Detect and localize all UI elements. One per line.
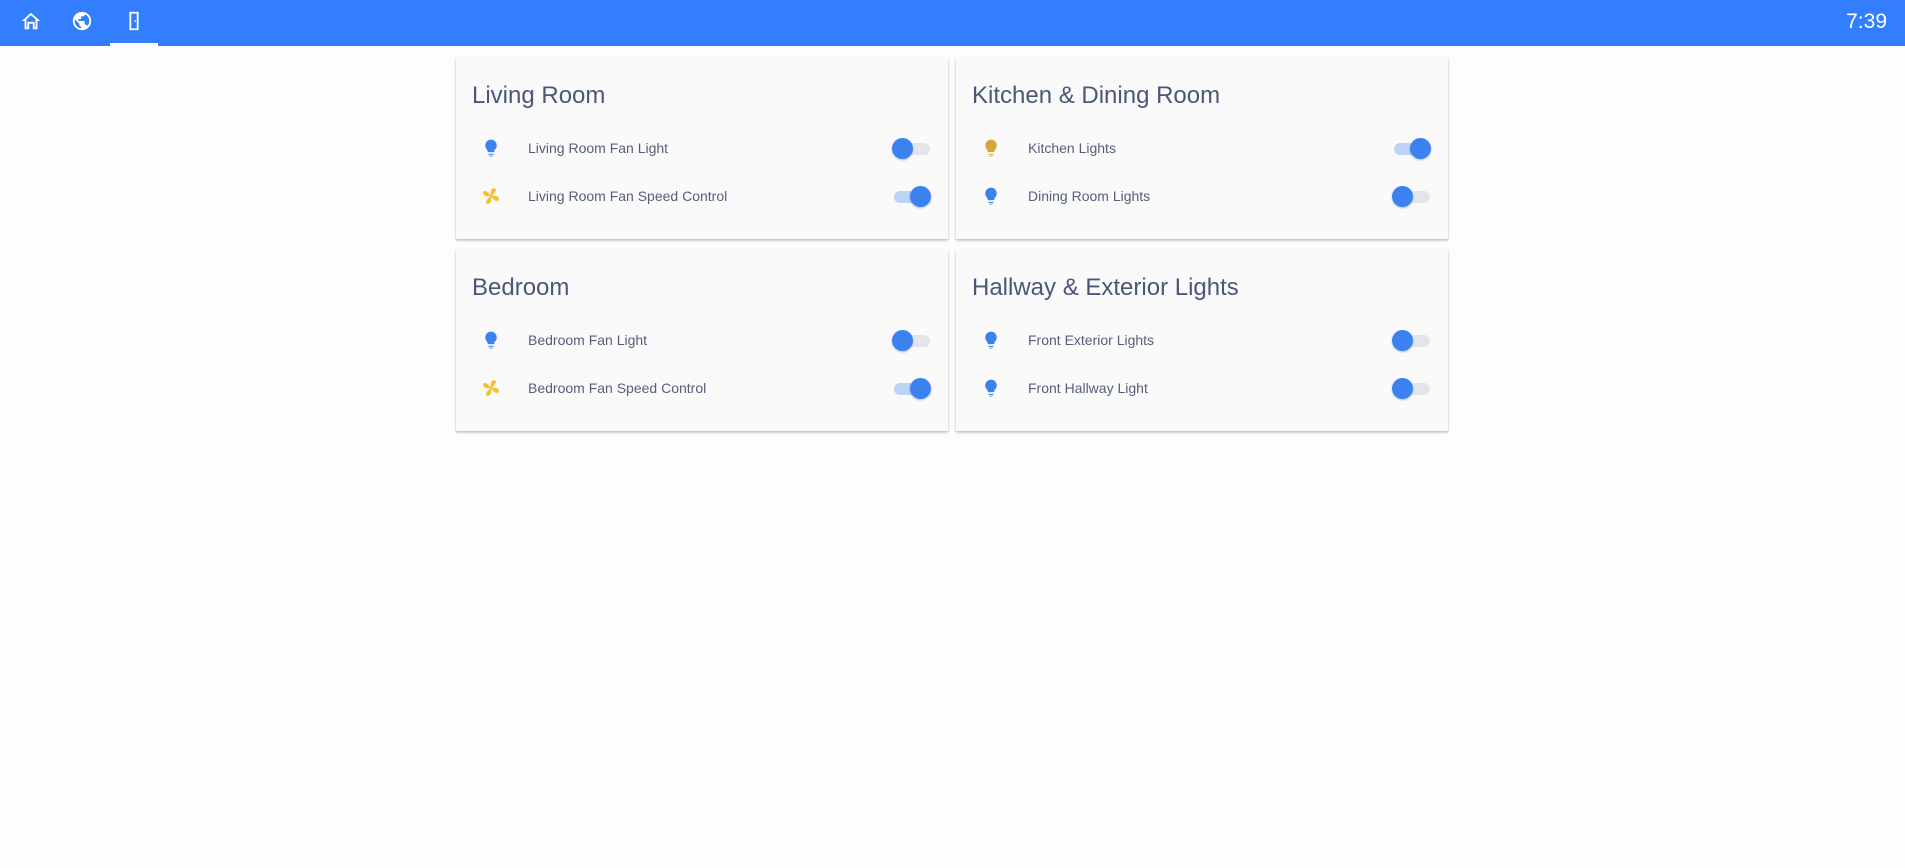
card-title: Kitchen & Dining Room bbox=[972, 82, 1221, 109]
entity-row-front-exterior-lights[interactable]: Front Exterior Lights bbox=[956, 320, 1448, 360]
entity-label: Dining Room Lights bbox=[1028, 188, 1151, 204]
lightbulb-icon bbox=[978, 135, 1004, 161]
lightbulb-icon bbox=[978, 327, 1004, 353]
lightbulb-icon bbox=[978, 375, 1004, 401]
door-icon bbox=[123, 10, 145, 37]
card-title: Living Room bbox=[472, 82, 606, 109]
card-living-room: Living Room Living Room Fan Light Living… bbox=[456, 57, 948, 239]
entity-label: Front Hallway Light bbox=[1028, 380, 1148, 396]
toggle-switch[interactable] bbox=[892, 329, 932, 351]
entity-label: Kitchen Lights bbox=[1028, 140, 1116, 156]
entity-row-front-hallway-light[interactable]: Front Hallway Light bbox=[956, 368, 1448, 408]
lightbulb-icon bbox=[478, 327, 504, 353]
tab-home[interactable] bbox=[7, 0, 55, 46]
entity-row-bedroom-fan-speed[interactable]: Bedroom Fan Speed Control bbox=[456, 368, 948, 408]
top-app-bar: 7:39 bbox=[0, 0, 1905, 46]
tab-map[interactable] bbox=[58, 0, 106, 46]
globe-icon bbox=[71, 10, 93, 37]
entity-label: Living Room Fan Speed Control bbox=[528, 188, 728, 204]
entity-row-living-room-fan-speed[interactable]: Living Room Fan Speed Control bbox=[456, 176, 948, 216]
tab-rooms[interactable] bbox=[110, 0, 158, 46]
card-kitchen-dining: Kitchen & Dining Room Kitchen Lights Din… bbox=[956, 57, 1448, 239]
card-hallway-exterior: Hallway & Exterior Lights Front Exterior… bbox=[956, 249, 1448, 431]
toggle-switch[interactable] bbox=[892, 377, 932, 399]
card-title: Hallway & Exterior Lights bbox=[972, 274, 1239, 301]
clock: 7:39 bbox=[1846, 10, 1887, 33]
toggle-switch[interactable] bbox=[892, 137, 932, 159]
fan-icon bbox=[478, 375, 504, 401]
entity-row-dining-room-lights[interactable]: Dining Room Lights bbox=[956, 176, 1448, 216]
entity-label: Front Exterior Lights bbox=[1028, 332, 1155, 348]
lightbulb-icon bbox=[478, 135, 504, 161]
card-title: Bedroom bbox=[472, 274, 570, 301]
home-icon bbox=[20, 10, 42, 37]
toggle-switch[interactable] bbox=[1392, 185, 1432, 207]
entity-row-bedroom-fan-light[interactable]: Bedroom Fan Light bbox=[456, 320, 948, 360]
entity-label: Living Room Fan Light bbox=[528, 140, 669, 156]
toggle-switch[interactable] bbox=[1392, 377, 1432, 399]
fan-icon bbox=[478, 183, 504, 209]
toggle-switch[interactable] bbox=[1392, 137, 1432, 159]
entity-label: Bedroom Fan Light bbox=[528, 332, 648, 348]
entity-row-kitchen-lights[interactable]: Kitchen Lights bbox=[956, 128, 1448, 168]
entity-row-living-room-fan-light[interactable]: Living Room Fan Light bbox=[456, 128, 948, 168]
card-bedroom: Bedroom Bedroom Fan Light Bedroom Fan Sp… bbox=[456, 249, 948, 431]
toggle-switch[interactable] bbox=[1392, 329, 1432, 351]
toggle-switch[interactable] bbox=[892, 185, 932, 207]
entity-label: Bedroom Fan Speed Control bbox=[528, 380, 707, 396]
lightbulb-icon bbox=[978, 183, 1004, 209]
